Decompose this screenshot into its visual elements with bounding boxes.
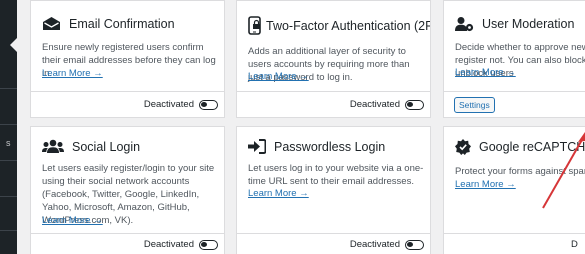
active-menu-indicator <box>10 37 18 53</box>
learn-more-link[interactable]: Learn More → <box>455 67 516 78</box>
card-description: Protect your forms against spam and bot <box>455 166 585 177</box>
card-status: Deactivated <box>144 239 218 250</box>
sidebar-cut-label[interactable]: s <box>6 138 11 148</box>
learn-more-link[interactable]: Learn More → <box>455 179 516 190</box>
sidebar-separator <box>0 88 17 89</box>
card-footer-divider <box>237 91 430 92</box>
card-title: Google reCAPTCHA <box>479 140 585 154</box>
sidebar-separator <box>0 124 17 125</box>
users-group-icon <box>42 139 64 153</box>
activation-toggle[interactable] <box>405 99 424 110</box>
learn-more-link[interactable]: Learn More → <box>248 188 309 199</box>
learn-more-link[interactable]: Learn More → <box>248 71 309 82</box>
card-title-row: Email Confirmation <box>42 16 175 31</box>
sidebar-separator <box>0 196 17 197</box>
card-two-factor-auth: Two-Factor Authentication (2FA) Adds an … <box>236 0 431 118</box>
status-label: Deactivated <box>143 99 194 110</box>
card-title-row: User Moderation <box>455 16 574 32</box>
card-footer-divider <box>31 233 224 234</box>
card-email-confirmation: Email Confirmation Ensure newly register… <box>30 0 225 118</box>
user-gear-icon <box>455 17 474 32</box>
status-label: Deactivated <box>349 99 400 110</box>
card-title-row: Passwordless Login <box>248 139 385 154</box>
card-title-row: Social Login <box>42 139 140 154</box>
card-title: Passwordless Login <box>274 139 386 154</box>
card-footer-divider <box>31 91 224 92</box>
phone-lock-icon <box>248 16 261 35</box>
sign-in-icon <box>248 139 266 154</box>
card-title: Social Login <box>72 139 141 154</box>
activation-toggle[interactable] <box>199 239 218 250</box>
status-label: D <box>571 239 578 250</box>
learn-more-link[interactable]: Learn More → <box>42 215 103 226</box>
card-status: Deactivated <box>350 99 424 110</box>
sidebar-separator <box>0 230 17 231</box>
card-status: D <box>571 239 578 250</box>
card-footer-divider <box>444 233 585 234</box>
card-title: Two-Factor Authentication (2FA) <box>266 18 431 33</box>
card-social-login: Social Login Let users easily register/l… <box>30 126 225 254</box>
card-title: Email Confirmation <box>69 16 175 31</box>
settings-button[interactable]: Settings <box>454 97 495 113</box>
card-user-moderation: User Moderation Decide whether to approv… <box>443 0 585 118</box>
card-title-row: Two-Factor Authentication (2FA) <box>248 16 431 35</box>
admin-sidebar: s <box>0 0 18 254</box>
shield-badge-icon <box>455 139 471 155</box>
card-title: User Moderation <box>482 17 575 31</box>
status-label: Deactivated <box>143 239 194 250</box>
envelope-open-icon <box>43 17 60 30</box>
learn-more-link[interactable]: Learn More → <box>42 68 103 79</box>
toggle-knob <box>407 241 413 247</box>
toggle-knob <box>407 101 413 107</box>
activation-toggle[interactable] <box>405 239 424 250</box>
toggle-knob <box>201 101 207 107</box>
card-footer-divider <box>444 91 585 92</box>
card-description: Let users log in to your website via a o… <box>248 163 424 187</box>
card-title-row: Google reCAPTCHA <box>455 139 585 155</box>
activation-toggle[interactable] <box>199 99 218 110</box>
card-google-recaptcha: Google reCAPTCHA Protect your forms agai… <box>443 126 585 254</box>
card-status: Deactivated <box>350 239 424 250</box>
toggle-knob <box>201 241 207 247</box>
card-status: Deactivated <box>144 99 218 110</box>
status-label: Deactivated <box>349 239 400 250</box>
card-footer-divider <box>237 233 430 234</box>
card-passwordless-login: Passwordless Login Let users log in to y… <box>236 126 431 254</box>
sidebar-separator <box>0 160 17 161</box>
